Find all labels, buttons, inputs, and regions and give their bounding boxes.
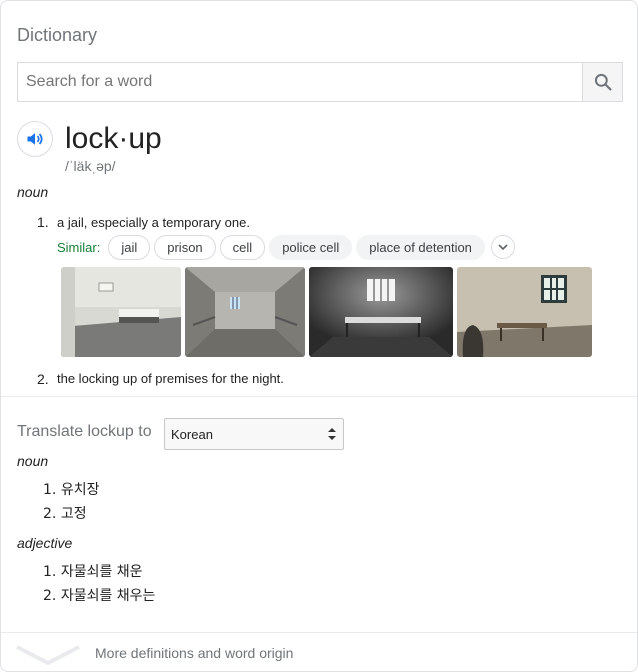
search-icon: [594, 73, 612, 91]
select-arrows-icon: [328, 428, 336, 440]
translation-text: 자물쇠를 채우는: [60, 588, 156, 604]
cell-image[interactable]: [457, 267, 592, 357]
translation-number: 2.: [43, 506, 57, 522]
translation-part-of-speech: adjective: [17, 535, 73, 551]
definition-images: [61, 267, 592, 357]
part-of-speech: noun: [17, 184, 49, 200]
more-definitions-label: More definitions and word origin: [95, 645, 294, 661]
similar-chip-place-of-detention[interactable]: place of detention: [356, 234, 485, 260]
expand-similar-button[interactable]: [490, 235, 515, 259]
translation-number: 1.: [43, 564, 57, 580]
translation-text: 유치장: [60, 482, 100, 498]
similar-label: Similar:: [57, 239, 101, 255]
translate-label: Translate lockup to: [17, 423, 152, 440]
translation-text: 자물쇠를 채운: [60, 564, 143, 580]
similar-chip-prison[interactable]: prison: [154, 234, 216, 260]
definition-text: the locking up of premises for the night…: [57, 371, 284, 386]
dictionary-card: Dictionary lock·up /ˈläkˌəp/ noun 1. a j…: [0, 0, 638, 672]
similar-chip-police-cell[interactable]: police cell: [269, 234, 353, 260]
search-box: [17, 62, 623, 102]
similar-chip-jail[interactable]: jail: [108, 234, 151, 260]
translation-item: 1. 자물쇠를 채운: [43, 561, 143, 581]
translation-item: 2. 자물쇠를 채우는: [43, 585, 155, 605]
phonetic: /ˈläkˌəp/: [65, 158, 116, 174]
translation-part-of-speech: noun: [17, 453, 49, 469]
similar-chip-cell[interactable]: cell: [219, 234, 266, 260]
cell-image[interactable]: [61, 267, 181, 357]
definition-text: a jail, especially a temporary one.: [57, 215, 250, 230]
language-select[interactable]: Korean: [164, 418, 344, 450]
more-definitions-button[interactable]: More definitions and word origin: [1, 633, 637, 671]
translation-item: 2. 고정: [43, 503, 87, 523]
translation-number: 2.: [43, 588, 57, 604]
cell-image[interactable]: [185, 267, 305, 357]
search-input[interactable]: [18, 63, 582, 101]
language-select-value: Korean: [171, 426, 213, 442]
chevron-down-icon: [16, 645, 80, 665]
search-button[interactable]: [582, 63, 622, 101]
translation-number: 1.: [43, 482, 57, 498]
cell-image[interactable]: [309, 267, 453, 357]
speaker-icon: [27, 133, 43, 145]
headword: lock·up: [65, 122, 162, 155]
translation-text: 고정: [60, 506, 87, 522]
chevron-down-icon: [498, 244, 508, 251]
pronunciation-button[interactable]: [17, 121, 53, 157]
section-divider: [1, 396, 637, 397]
card-title: Dictionary: [17, 25, 98, 45]
translation-item: 1. 유치장: [43, 479, 99, 499]
similar-words: Similar: jail prison cell police cell pl…: [57, 234, 515, 260]
